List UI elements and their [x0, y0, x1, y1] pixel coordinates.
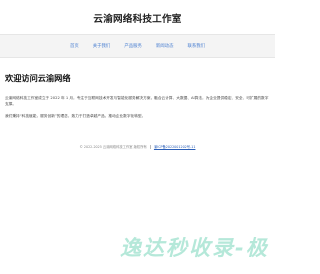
nav-list: 首页 关于我们 产品服务 新闻动态 联系我们 — [63, 43, 212, 49]
nav-item-about[interactable]: 关于我们 — [86, 43, 118, 49]
intro-paragraph: 云渝网络科技工作室成立于 2022 年 1 月，专注于互联网技术开发与智能化服务… — [5, 96, 269, 106]
nav-item-contact[interactable]: 联系我们 — [180, 43, 212, 49]
icp-link[interactable]: 渝ICP备2022001202号-11 — [154, 145, 196, 149]
nav-item-products[interactable]: 产品服务 — [117, 43, 149, 49]
welcome-title: 欢迎访问云渝网络 — [5, 73, 71, 83]
site-header: 云渝网络科技工作室 — [0, 0, 275, 31]
footer-separator — [149, 145, 151, 149]
watermark-overlay: 逸达秒收录-极 — [120, 236, 269, 260]
mission-paragraph: 我们秉持“科技赋能，服务创新”的理念，致力于打造卓越产品，推动企业数字化转型。 — [5, 114, 146, 118]
nav-item-home[interactable]: 首页 — [63, 43, 86, 49]
site-footer: © 2022-2025 云渝网络科技工作室 版权所有 渝ICP备20220012… — [0, 144, 275, 149]
nav-item-news[interactable]: 新闻动态 — [149, 43, 181, 49]
footer-copyright: © 2022-2025 云渝网络科技工作室 版权所有 — [79, 145, 147, 149]
site-title: 云渝网络科技工作室 — [93, 13, 182, 25]
main-nav: 首页 关于我们 产品服务 新闻动态 联系我们 — [0, 34, 275, 58]
main-content: 欢迎访问云渝网络 云渝网络科技工作室成立于 2022 年 1 月，专注于互联网技… — [0, 58, 275, 119]
